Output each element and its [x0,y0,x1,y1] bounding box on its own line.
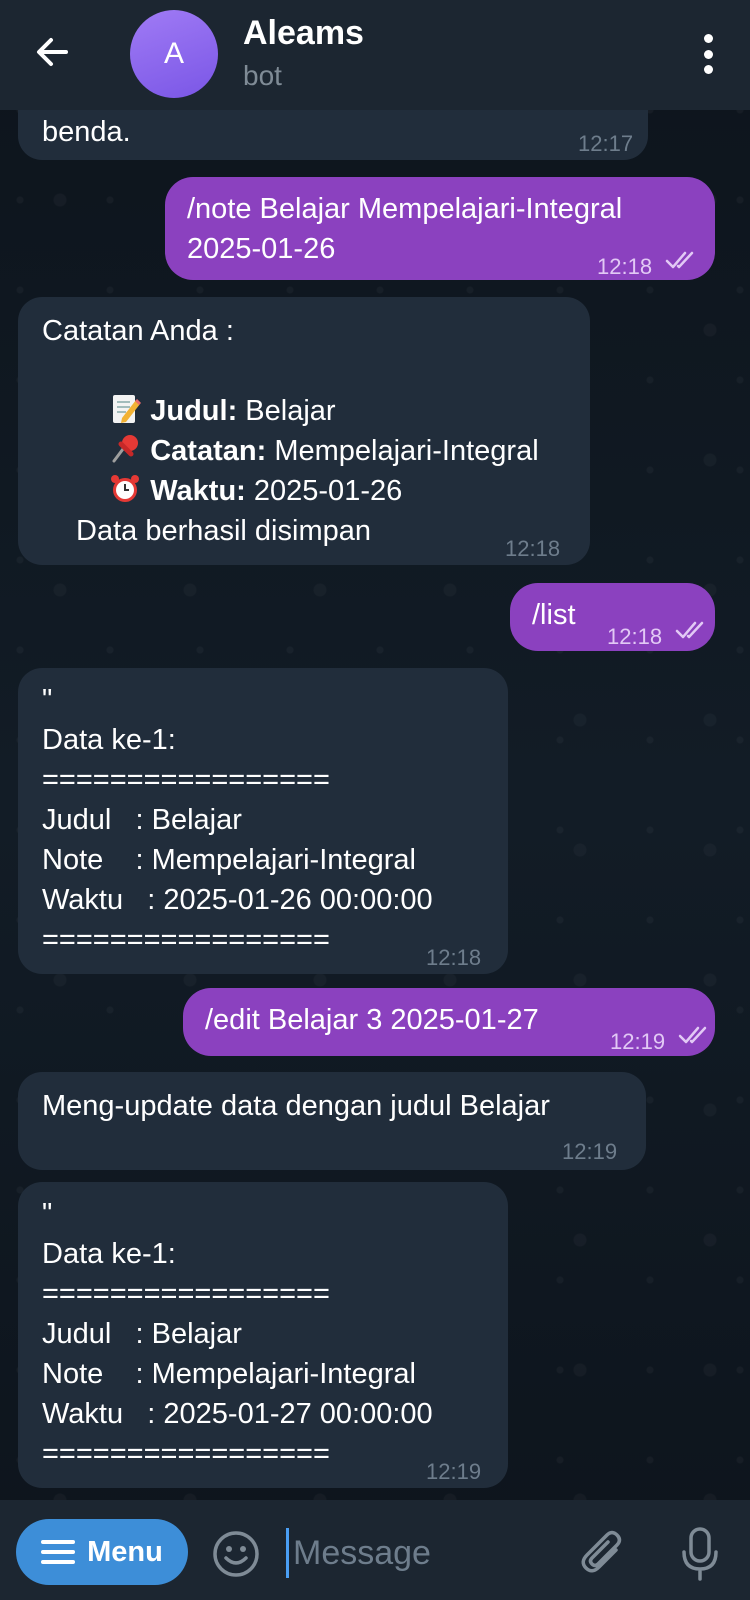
back-button[interactable] [30,30,74,74]
message-text: /edit Belajar 3 2025-01-27 [205,1004,539,1036]
message-line: Waktu : 2025-01-27 00:00:00 [42,1398,433,1430]
alarm-clock-icon [111,475,140,502]
message-line: " [42,684,53,716]
field-label: Waktu: [150,475,246,507]
message-line: Note : Mempelajari-Integral [42,1358,416,1390]
message-line: Waktu : 2025-01-26 00:00:00 [42,884,433,916]
message-incoming[interactable]: Meng-update data dengan judul Belajar 12… [18,1072,646,1170]
message-text-line: /note Belajar Mempelajari-Integral [187,193,623,225]
double-check-icon [678,1026,707,1044]
chat-header: A Aleams bot [0,0,750,110]
message-footer-text: Data berhasil disimpan [76,515,371,547]
message-text: /list [532,599,576,631]
message-line: " [42,1198,53,1230]
message-time: 12:19 [426,1459,482,1484]
message-line: Data ke-1: [42,724,176,756]
avatar[interactable]: A [130,10,218,98]
message-line: ================= [42,1278,330,1310]
double-check-icon [665,251,694,269]
message-time: 12:17 [578,131,634,156]
microphone-icon[interactable] [680,1526,720,1582]
message-time: 12:18 [607,624,663,649]
message-text: benda. [42,116,131,148]
more-options-button[interactable] [698,34,718,74]
dot-icon [703,34,713,43]
composer-bar: Menu [0,1500,750,1600]
message-incoming[interactable]: Catatan Anda : Judul: Belajar Catatan: M… [18,297,590,565]
message-text: Meng-update data dengan judul Belajar [42,1090,550,1122]
paperclip-icon[interactable] [580,1528,628,1580]
double-check-icon [675,621,704,639]
message-line: Data ke-1: [42,1238,176,1270]
message-line: ================= [42,924,330,956]
chat-subtitle: bot [243,60,282,91]
dot-icon [703,49,713,59]
message-input[interactable] [286,1528,553,1578]
message-incoming[interactable]: " Data ke-1: ================= Judul : B… [18,668,508,974]
message-time: 12:18 [426,945,482,970]
message-time: 12:19 [610,1029,666,1054]
message-header-text: Catatan Anda : [42,315,234,347]
message-outgoing[interactable]: /list 12:18 [510,583,715,651]
message-time: 12:19 [562,1139,618,1164]
message-outgoing[interactable]: /note Belajar Mempelajari-Integral 2025-… [165,177,715,280]
message-line: Judul : Belajar [42,1318,242,1350]
message-outgoing[interactable]: /edit Belajar 3 2025-01-27 12:19 [183,988,715,1056]
field-value: 2025-01-26 [253,475,403,507]
arrow-left-icon [37,38,68,66]
message-incoming[interactable]: " Data ke-1: ================= Judul : B… [18,1182,508,1488]
dot-icon [703,65,713,74]
message-line: Note : Mempelajari-Integral [42,844,416,876]
message-time: 12:18 [505,536,561,561]
message-time: 12:18 [597,254,653,279]
menu-button[interactable]: Menu [16,1519,188,1585]
hamburger-icon [41,1540,76,1564]
message-text-line: 2025-01-26 [187,233,336,265]
chat-title[interactable]: Aleams [243,14,364,53]
message-line: ================= [42,1438,330,1470]
message-line: Judul : Belajar [42,804,242,836]
menu-button-label: Menu [87,1535,163,1568]
smiley-icon[interactable] [212,1530,260,1578]
message-line: ================= [42,764,330,796]
